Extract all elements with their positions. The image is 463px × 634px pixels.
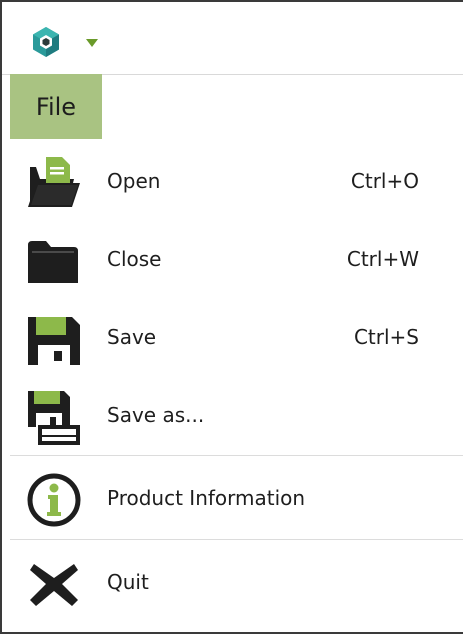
menu-item-label: Close	[107, 247, 162, 271]
menu-item-shortcut: Ctrl+W	[346, 247, 419, 271]
menu-item-quit[interactable]: Quit	[2, 544, 463, 620]
floppy-disk-edit-icon	[28, 391, 80, 445]
menu-item-label: Save	[107, 325, 157, 349]
menu-item-label: Product Information	[107, 486, 306, 510]
menu-separator	[10, 539, 463, 540]
menu-item-save[interactable]: Save Ctrl+S	[2, 299, 463, 375]
menu-item-label: Quit	[107, 570, 149, 594]
app-logo-icon[interactable]	[30, 26, 62, 58]
application-window: File Open Ctrl+O Close Ctrl+W Save Ctrl+…	[0, 0, 463, 634]
open-folder-document-icon	[28, 157, 80, 207]
info-icon	[27, 473, 81, 527]
file-tab[interactable]: File	[10, 74, 102, 139]
menu-item-close[interactable]: Close Ctrl+W	[2, 221, 463, 297]
menu-item-open[interactable]: Open Ctrl+O	[2, 143, 463, 219]
menu-item-save-as[interactable]: Save as...	[2, 377, 463, 453]
menu-item-label: Save as...	[107, 403, 205, 427]
folder-icon	[28, 241, 78, 283]
file-tab-label: File	[35, 92, 77, 121]
close-x-icon	[30, 564, 78, 606]
menu-item-shortcut: Ctrl+O	[350, 169, 419, 193]
floppy-disk-icon	[28, 317, 80, 365]
menu-item-product-information[interactable]: Product Information	[2, 460, 463, 536]
menu-item-shortcut: Ctrl+S	[353, 325, 419, 349]
menu-separator	[10, 455, 463, 456]
menu-item-label: Open	[107, 169, 161, 193]
title-bar	[2, 2, 463, 75]
chevron-down-icon[interactable]	[86, 39, 98, 47]
